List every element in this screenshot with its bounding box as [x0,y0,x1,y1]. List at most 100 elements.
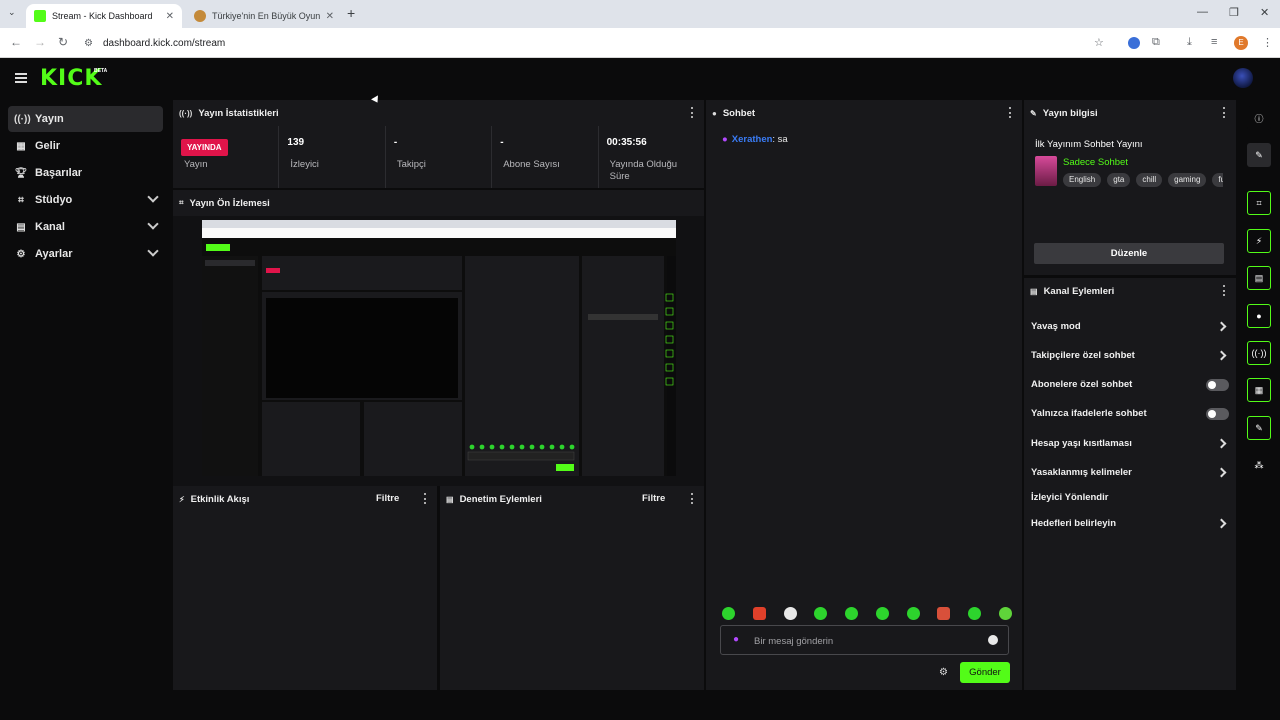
tag: chill [1136,173,1163,187]
action-account-age[interactable]: Hesap yaşı kısıtlaması [1031,438,1229,452]
stream-preview-video[interactable] [202,220,676,476]
chat-bubble-icon[interactable]: ● [1247,304,1271,328]
action-host-viewers[interactable]: İzleyici Yönlendir [1031,492,1229,506]
action-slow-mode[interactable]: Yavaş mod [1031,321,1229,335]
browser-toolbar: ← → ↻ ⚙ dashboard.kick.com/stream ☆ ⧉ ⤓ … [0,28,1280,58]
reading-list-icon[interactable]: ≡ [1211,36,1217,48]
panel-title: Yayın İstatistikleri [198,107,279,119]
stat-followers: - Takipçi [386,126,493,188]
action-followers-only[interactable]: Takipçilere özel sohbet [1031,350,1229,364]
action-set-goals[interactable]: Hedefleri belirleyin [1031,518,1229,532]
browser-tab-second[interactable]: Türkiye'nin En Büyük Oyuncu D ✕ [186,4,342,28]
menu-hamburger-icon[interactable] [15,73,27,83]
panel-header: ▤ Kanal Eylemleri [1024,278,1236,304]
kick-favicon-icon [34,10,46,22]
bookmark-star-icon[interactable]: ☆ [1094,36,1104,49]
close-tab-icon[interactable]: ✕ [326,11,334,22]
more-options-icon[interactable] [1223,107,1226,118]
chat-username[interactable]: Xerathen [732,134,773,145]
more-options-icon[interactable] [691,107,694,118]
chevron-right-icon [1216,350,1227,361]
preview-toggle-icon[interactable]: ⌗ [1247,191,1271,215]
address-bar[interactable]: ⚙ dashboard.kick.com/stream [84,33,1114,53]
broadcast-icon: ((·)) [14,113,31,125]
emote-icon[interactable] [968,607,982,620]
filter-button[interactable]: Filtre [642,493,665,504]
stat-value: 00:35:56 [606,137,647,148]
more-options-icon[interactable] [1009,107,1012,118]
more-options-icon[interactable] [1223,285,1226,296]
sidebar-item-gelir[interactable]: ▦ Gelir [8,133,163,159]
minimize-window-icon[interactable]: — [1197,6,1208,18]
emote-icon[interactable] [845,607,859,620]
sidebar-item-yayin[interactable]: ((·)) Yayın [8,106,163,132]
user-avatar[interactable] [1233,68,1253,88]
emote-icon[interactable] [875,607,889,620]
restore-window-icon[interactable]: ❐ [1229,6,1239,19]
reload-icon[interactable]: ↻ [58,35,68,49]
sidebar-item-kanal[interactable]: ▤ Kanal [8,214,163,240]
site-info-icon[interactable]: ⚙ [84,38,93,49]
profile-avatar[interactable]: E [1234,36,1248,50]
emote-icon[interactable] [937,607,951,620]
edit-stream-info-button[interactable]: Düzenle [1034,243,1224,264]
send-button[interactable]: Gönder [960,662,1010,683]
tab-title: Türkiye'nin En Büyük Oyuncu D [212,11,320,21]
sidebar-item-label: Ayarlar [35,248,73,260]
stream-category[interactable]: Sadece Sohbet [1063,157,1128,168]
chat-input-box: ● [720,625,1009,655]
wrench-icon[interactable]: ✎ [1247,416,1271,440]
close-tab-icon[interactable]: ✕ [166,11,174,22]
more-options-icon[interactable] [691,493,694,504]
stream-stats-panel: ((·)) Yayın İstatistikleri YAYINDA Yayın… [173,100,704,188]
info-icon[interactable]: ⓘ [1247,106,1271,130]
forward-icon[interactable]: → [34,35,46,49]
extension-icon[interactable] [1128,37,1140,49]
emoji-picker-icon[interactable] [988,635,998,645]
browser-tab-kick-dashboard[interactable]: Stream - Kick Dashboard ✕ [26,4,182,28]
subscribers-only-toggle[interactable] [1206,379,1229,391]
more-options-icon[interactable] [424,493,427,504]
moderation-document-icon[interactable]: ▤ [1247,266,1271,290]
stat-label: Takipçi [396,159,426,170]
emote-icon[interactable] [752,607,766,620]
sidebar-item-basarilar[interactable]: 🏆︎ Başarılar [8,160,163,186]
close-window-icon[interactable]: ✕ [1260,6,1269,19]
chevron-right-icon [1216,321,1227,332]
emote-icon[interactable] [722,607,735,620]
filter-button[interactable]: Filtre [376,493,399,504]
sidebar-item-ayarlar[interactable]: ⚙ Ayarlar [8,241,163,267]
download-icon[interactable]: ⤓ [1187,36,1192,49]
browser-menu-icon[interactable]: ⋮ [1262,36,1273,49]
emote-icon[interactable] [783,607,797,620]
emotes-only-toggle[interactable] [1206,408,1229,420]
broadcast-icon[interactable]: ((·)) [1247,341,1271,365]
sidebar-item-label: Kanal [35,221,65,233]
tag: English [1063,173,1102,187]
extensions-puzzle-icon[interactable]: ⧉ [1152,36,1160,49]
emote-icon[interactable] [814,607,828,620]
stat-value: - [500,137,504,148]
new-tab-icon[interactable]: + [347,5,355,21]
stream-title: İlk Yayınım Sohbet Yayını [1035,139,1143,150]
stat-label: Yayında Olduğu Süre [609,159,678,182]
edit-pencil-icon[interactable]: ✎ [1247,143,1271,167]
action-banned-words[interactable]: Yasaklanmış kelimeler [1031,467,1229,481]
emote-bar [722,607,1012,621]
emote-icon[interactable] [998,607,1012,620]
url-text: dashboard.kick.com/stream [102,37,226,49]
chevron-down-icon [147,218,159,230]
category-thumbnail [1035,156,1057,186]
stats-row: YAYINDA Yayın 139 İzleyici - Takipçi - A… [173,126,704,188]
sidebar-item-studyo[interactable]: ⌗ Stüdyo [8,187,163,213]
tab-search-icon[interactable]: ⌄ [8,7,16,18]
trophy-icon: 🏆︎ [14,167,28,179]
chat-settings-gear-icon[interactable]: ⚙ [939,667,948,678]
kick-dashboard: KICK BETA ((·)) Yayın ▦ Gelir 🏆︎ Başarıl… [0,58,1280,720]
emote-icon[interactable] [906,607,920,620]
back-icon[interactable]: ← [10,35,22,49]
activity-lightning-icon[interactable]: ⚡︎ [1247,229,1271,253]
chat-message-input[interactable] [754,632,974,650]
channel-actions-icon[interactable]: ▦ [1247,378,1271,402]
add-widget-icon[interactable]: ⁂ [1247,453,1271,477]
